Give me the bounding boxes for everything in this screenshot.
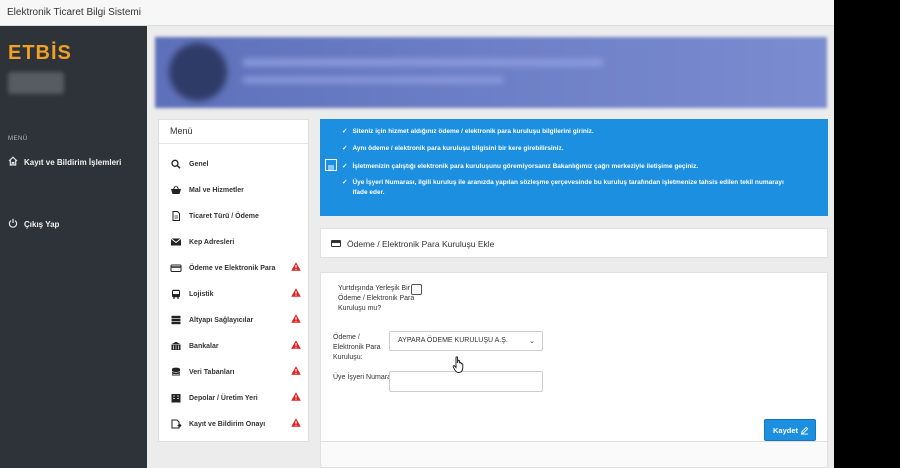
basket-icon <box>170 185 182 195</box>
info-line: ✓ İşletmenizin çalıştığı elektronik para … <box>342 162 790 172</box>
menu-item-label: Genel <box>189 160 209 168</box>
menu-item-label: Ticaret Türü / Ödeme <box>189 212 259 220</box>
menu-item-label: Veri Tabanları <box>189 368 235 376</box>
envelope-icon <box>170 237 182 247</box>
institution-select-value: AYPARA ÖDEME KURULUŞU A.Ş. <box>398 337 508 344</box>
menu-item[interactable]: Ödeme ve Elektronik Para <box>170 262 305 273</box>
banner-text-blurred <box>243 59 603 66</box>
credit-card-icon <box>170 263 182 273</box>
info-line-text: İşletmenizin çalıştığı elektronik para k… <box>352 163 699 170</box>
sidebar: ETBİS MENÜ Kayıt ve Bildirim İşlemleri Ç… <box>0 26 147 468</box>
bus-icon <box>170 289 182 299</box>
bank-icon <box>170 341 182 351</box>
sidebar-item-label: Kayıt ve Bildirim İşlemleri <box>24 157 122 167</box>
menu-item[interactable]: Veri Tabanları <box>170 366 305 377</box>
check-icon: ✓ <box>342 145 348 152</box>
main-content: Menü Genel Mal ve Hizmetler Ticaret Türü /… <box>147 26 834 468</box>
info-line: ✓ Üye İşyeri Numarası, ilgili kuruluş ile… <box>342 178 790 198</box>
menu-item[interactable]: Depolar / Üretim Yeri <box>170 392 305 403</box>
banner-subtext-blurred <box>243 77 503 83</box>
credit-card-icon <box>331 240 341 247</box>
sidebar-menu-caption: MENÜ <box>8 136 28 142</box>
member-number-input[interactable] <box>389 371 543 392</box>
warning-icon <box>291 392 301 401</box>
sidebar-item-records[interactable]: Kayıt ve Bildirim İşlemleri <box>8 156 121 168</box>
warning-icon <box>291 340 301 349</box>
menu-item[interactable]: Lojistik <box>170 288 305 299</box>
home-icon <box>8 156 18 168</box>
institution-select[interactable]: AYPARA ÖDEME KURULUŞU A.Ş. ⌄ <box>389 331 543 351</box>
search-icon <box>170 159 182 169</box>
info-line-text: Aynı ödeme / elektronik para kuruluşu bi… <box>352 145 564 152</box>
warning-icon <box>291 262 301 271</box>
window-title: Elektronik Ticaret Bilgi Sistemi <box>0 0 834 26</box>
database-icon <box>170 367 182 377</box>
app-window: Elektronik Ticaret Bilgi Sistemi ETBİS M… <box>0 0 834 468</box>
step-menu-panel: Menü Genel Mal ve Hizmetler Ticaret Türü /… <box>158 119 309 442</box>
menu-item-label: Depolar / Üretim Yeri <box>189 394 258 402</box>
menu-item-label: Ödeme ve Elektronik Para <box>189 264 276 272</box>
edit-icon <box>800 426 809 435</box>
warning-icon <box>291 366 301 375</box>
menu-item[interactable]: Kayıt ve Bildirim Onayı <box>170 418 305 429</box>
menu-item[interactable]: Mal ve Hizmetler <box>170 185 305 195</box>
menu-title: Menü <box>159 120 308 144</box>
menu-item[interactable]: Ticaret Türü / Ödeme <box>170 211 305 221</box>
menu-item-label: Mal ve Hizmetler <box>189 186 244 194</box>
warning-icon <box>291 314 301 323</box>
info-line: ✓ Aynı ödeme / elektronik para kuruluşu b… <box>342 144 790 154</box>
user-info-blurred <box>8 72 64 94</box>
check-icon: ✓ <box>342 179 348 186</box>
sidebar-item-logout[interactable]: Çıkış Yap <box>8 218 59 230</box>
form-header-title: Ödeme / Elektronik Para Kuruluşu Ekle <box>347 239 495 249</box>
chevron-down-icon: ⌄ <box>529 338 535 345</box>
check-icon: ✓ <box>342 163 348 170</box>
building-icon <box>170 393 182 403</box>
menu-item-label: Altyapı Sağlayıcılar <box>189 316 254 324</box>
form-header: Ödeme / Elektronik Para Kuruluşu Ekle <box>320 228 828 258</box>
info-list-icon <box>325 159 337 171</box>
institution-label: Ödeme / Elektronik Para Kuruluşu: <box>333 334 381 361</box>
save-button[interactable]: Kaydet <box>764 419 816 441</box>
menu-item-label: Lojistik <box>189 290 214 298</box>
hand-cursor-icon <box>452 356 464 373</box>
info-line: ✓ Siteniz için hizmet aldığınız ödeme / e… <box>342 127 790 137</box>
header-banner-blurred <box>155 37 827 108</box>
save-button-label: Kaydet <box>773 426 799 435</box>
info-alert: ✓ Siteniz için hizmet aldığınız ödeme / e… <box>320 119 828 216</box>
menu-item[interactable]: Kep Adresleri <box>170 237 305 247</box>
document-icon <box>170 211 182 221</box>
menu-item[interactable]: Genel <box>170 159 305 169</box>
server-icon <box>170 315 182 325</box>
approve-icon <box>170 419 182 429</box>
info-line-text: Üye İşyeri Numarası, ilgili kuruluş ile … <box>352 179 784 196</box>
warning-icon <box>291 418 301 427</box>
menu-item-label: Kayıt ve Bildirim Onayı <box>189 420 266 428</box>
sidebar-item-label: Çıkış Yap <box>24 219 60 229</box>
menu-item[interactable]: Altyapı Sağlayıcılar <box>170 314 305 325</box>
form-footer <box>320 442 828 468</box>
menu-item-label: Kep Adresleri <box>189 238 235 246</box>
abroad-checkbox[interactable] <box>411 284 422 295</box>
menu-item-label: Bankalar <box>189 342 219 350</box>
check-icon: ✓ <box>342 128 348 135</box>
warning-icon <box>291 288 301 297</box>
power-icon <box>8 218 18 230</box>
etbis-logo[interactable]: ETBİS <box>8 42 72 65</box>
menu-item[interactable]: Bankalar <box>170 340 305 351</box>
ministry-seal-blurred <box>169 43 227 101</box>
info-line-text: Siteniz için hizmet aldığınız ödeme / el… <box>352 128 594 135</box>
